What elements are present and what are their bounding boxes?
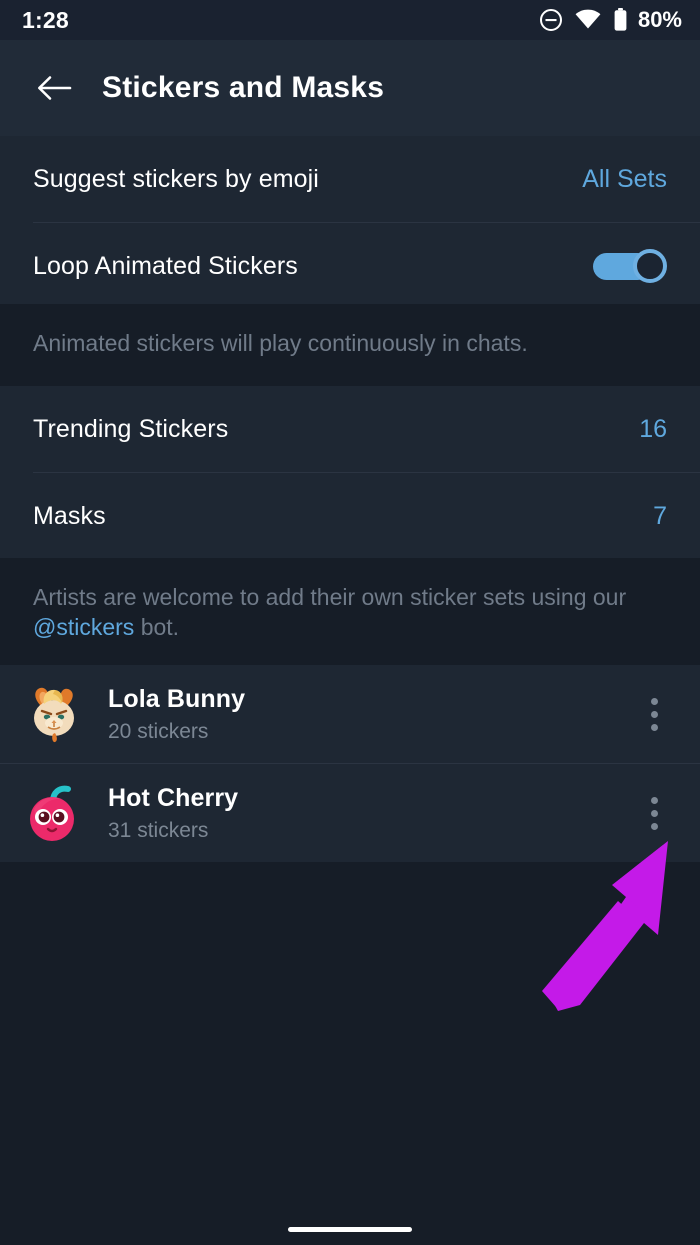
arrow-up-right-annotation — [520, 835, 700, 1025]
menu-dot — [650, 710, 658, 718]
sticker-set-count: 31 stickers — [108, 818, 209, 842]
footnote-loop-animated: Animated stickers will play continuously… — [0, 304, 700, 386]
suggest-stickers-value[interactable]: All Sets — [582, 165, 667, 194]
more-vertical-icon[interactable] — [630, 785, 678, 841]
back-button[interactable] — [18, 52, 90, 124]
sticker-set-row-lola-bunny[interactable]: Lola Bunny 20 stickers — [0, 665, 700, 763]
settings-group-sticker-counts: Trending Stickers 16 Masks 7 — [0, 386, 700, 558]
footnote-text: Animated stickers will play continuously… — [33, 330, 528, 356]
bunny-face-sticker-thumb — [22, 682, 86, 746]
cherry-face-sticker-thumb — [22, 781, 86, 845]
sticker-set-row-hot-cherry[interactable]: Hot Cherry 31 stickers — [0, 764, 700, 862]
sticker-set-list: Lola Bunny 20 stickers Hot Cherry 31 sti… — [0, 665, 700, 862]
dnd-icon — [539, 8, 563, 32]
settings-group-suggestions: Suggest stickers by emoji All Sets Loop … — [0, 136, 700, 304]
stickers-bot-link[interactable]: @stickers — [33, 614, 134, 640]
row-loop-animated-stickers[interactable]: Loop Animated Stickers — [0, 223, 700, 309]
battery-percent-label: 80% — [637, 7, 682, 32]
row-trending-stickers[interactable]: Trending Stickers 16 — [0, 386, 700, 472]
menu-dot — [650, 822, 658, 830]
row-label: Trending Stickers — [33, 414, 229, 443]
sticker-set-name: Hot Cherry — [108, 783, 239, 812]
status-bar-icons: 80% — [539, 7, 682, 33]
row-label: Suggest stickers by emoji — [33, 164, 319, 193]
more-vertical-icon[interactable] — [630, 686, 678, 742]
sticker-set-count: 20 stickers — [108, 719, 209, 743]
row-masks[interactable]: Masks 7 — [0, 473, 700, 559]
sticker-set-text: Hot Cherry 31 stickers — [108, 784, 238, 843]
phone-screen: 1:28 80% Stickers and Masks Suggest stic… — [0, 0, 700, 1245]
row-label: Loop Animated Stickers — [33, 251, 298, 280]
footnote-text: Artists are welcome to add their own sti… — [33, 582, 667, 642]
menu-dot — [650, 723, 658, 731]
menu-dot — [650, 697, 658, 705]
trending-stickers-count: 16 — [639, 414, 667, 443]
wifi-icon — [575, 9, 601, 31]
status-bar: 1:28 80% — [0, 0, 700, 40]
toggle-knob — [633, 249, 667, 283]
gesture-home-pill[interactable] — [288, 1227, 412, 1232]
menu-dot — [650, 796, 658, 804]
status-bar-clock: 1:28 — [22, 6, 69, 33]
row-suggest-stickers-by-emoji[interactable]: Suggest stickers by emoji All Sets — [0, 136, 700, 222]
menu-dot — [650, 809, 658, 817]
footnote-text-after: bot. — [134, 614, 180, 640]
row-label: Masks — [33, 501, 106, 530]
masks-count: 7 — [653, 501, 667, 530]
footnote-artists: Artists are welcome to add their own sti… — [0, 558, 700, 665]
app-bar: Stickers and Masks — [0, 40, 700, 136]
battery-icon — [613, 8, 628, 32]
sticker-set-name: Lola Bunny — [108, 684, 246, 713]
page-title: Stickers and Masks — [102, 71, 385, 104]
sticker-set-text: Lola Bunny 20 stickers — [108, 685, 245, 744]
footnote-text-before: Artists are welcome to add their own sti… — [33, 584, 627, 610]
arrow-left-icon — [36, 72, 72, 104]
loop-animated-stickers-toggle[interactable] — [593, 249, 667, 283]
